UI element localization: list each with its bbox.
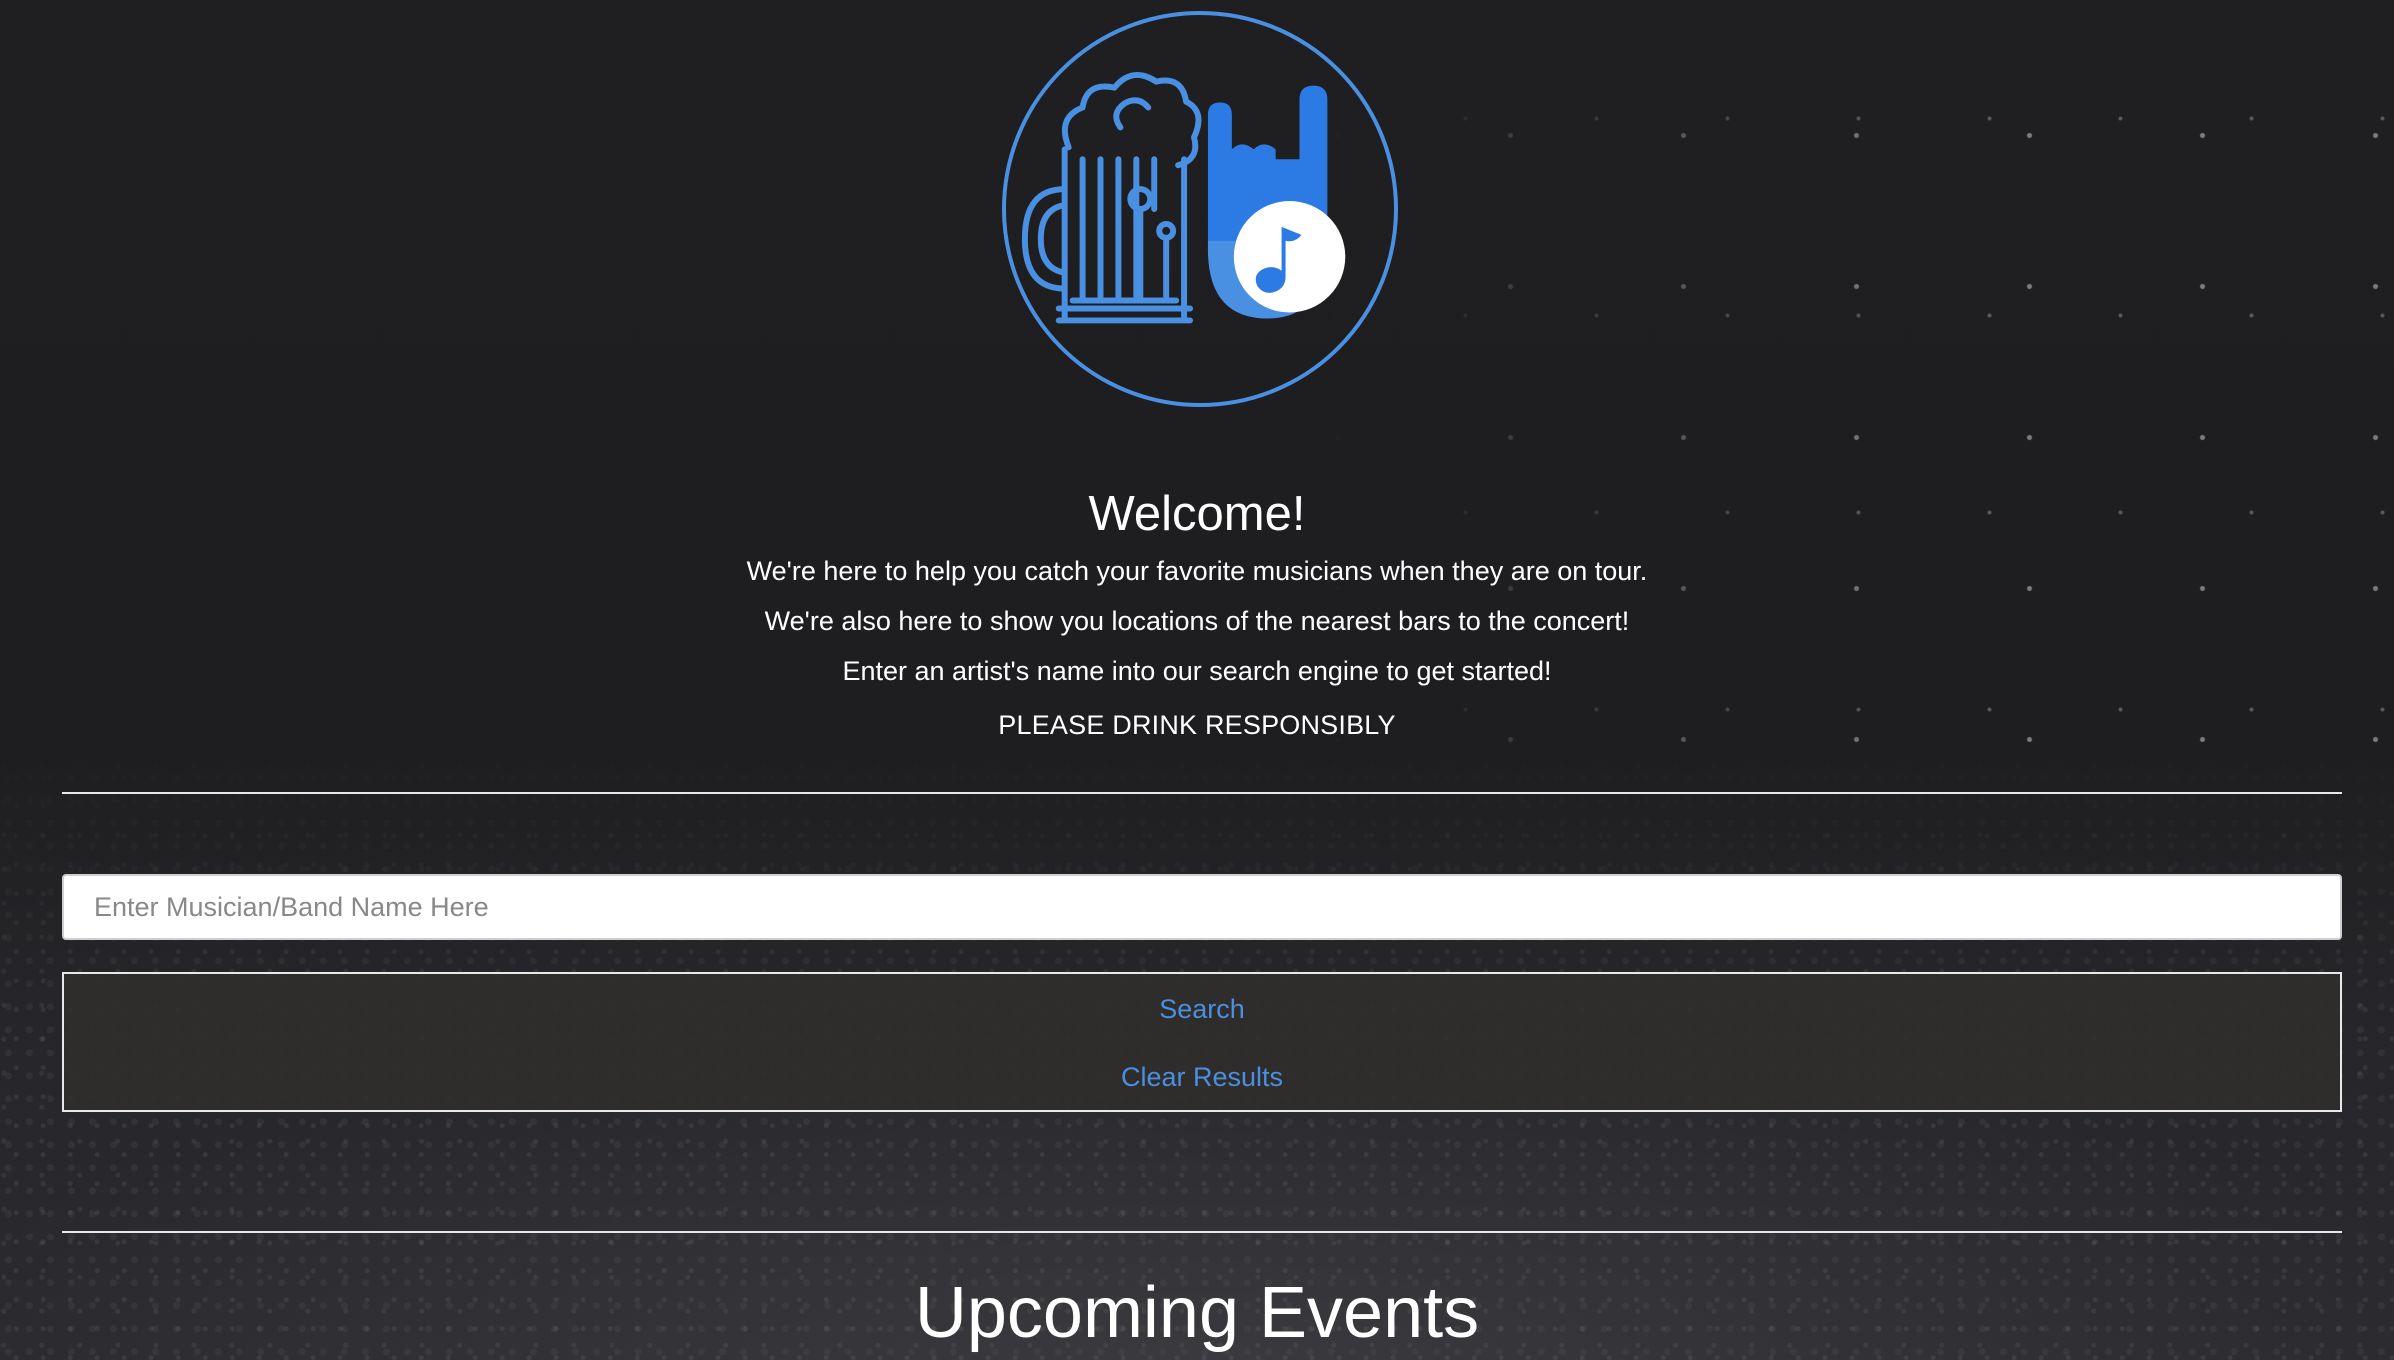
music-note-badge [1233,201,1346,313]
search-actions: Search Clear Results [62,972,2342,1112]
search-button[interactable]: Search [64,994,2340,1025]
site-logo [1001,10,1399,408]
welcome-heading: Welcome! [1088,487,1306,541]
intro-line: Enter an artist's name into our search e… [842,656,1552,686]
logo-svg [1001,10,1399,408]
intro-line: We're here to help you catch your favori… [746,556,1648,586]
artist-search-input[interactable] [62,874,2342,940]
intro-line: We're also here to show you locations of… [764,606,1630,636]
divider [62,1231,2342,1233]
rock-hand-icon [1207,85,1346,319]
drink-responsibly-notice: PLEASE DRINK RESPONSIBLY [998,710,1396,740]
divider [62,792,2342,794]
clear-results-button[interactable]: Clear Results [64,1062,2340,1093]
upcoming-events-heading: Upcoming Events [914,1273,1480,1353]
beer-mug-icon [1021,72,1202,324]
intro-section: Welcome! We're here to help you catch yo… [0,482,2394,750]
